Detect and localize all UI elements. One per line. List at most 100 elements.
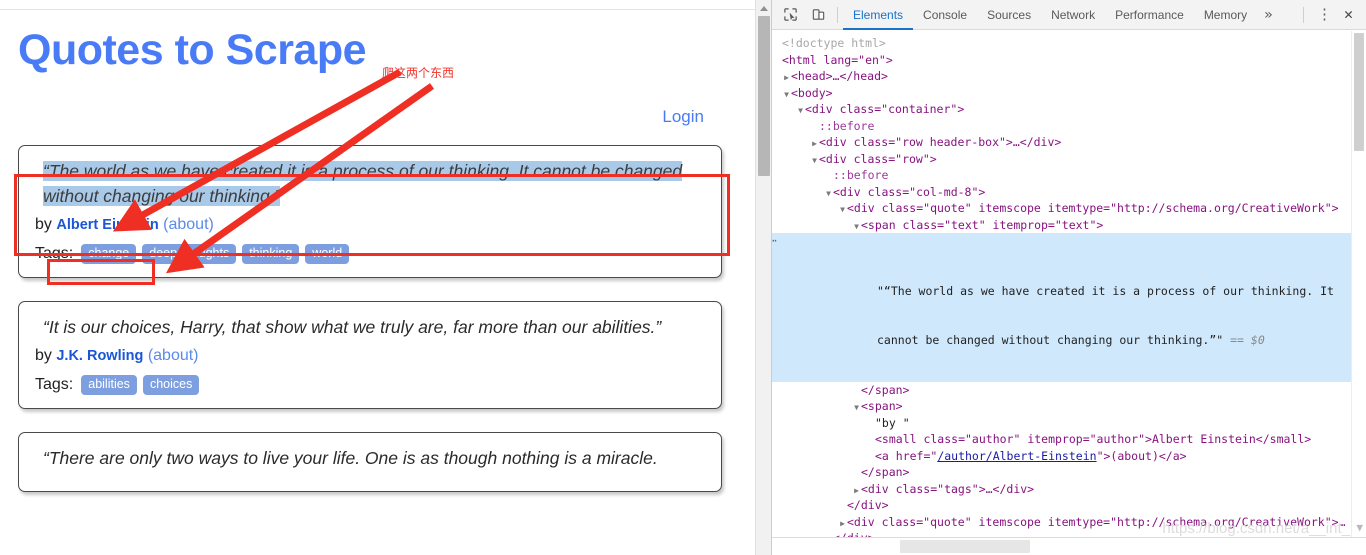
by-label: by [35,216,52,234]
quote-text-selection: “The world as we have created it is a pr… [43,161,683,207]
toolbar-divider [1302,6,1304,23]
dom-line[interactable]: ▼ <span> [772,398,1351,415]
dom-line[interactable]: ▶ <div class="tags">…</div> [772,481,1351,498]
dom-line: </span> [772,382,1351,399]
inspect-element-icon[interactable] [777,3,803,27]
tag-link[interactable]: thinking [242,244,300,265]
tab-elements[interactable]: Elements [843,0,913,30]
author-about-link[interactable]: (about) [163,216,214,233]
dom-line[interactable]: ▼ <span class="text" itemprop="text"> [772,217,1351,234]
devtools-horizontal-scrollbar[interactable] [772,537,1366,555]
dom-span-text-open: <span class="text" itemprop="text"> [861,217,1104,232]
page-scrollbar-thumb[interactable] [758,16,770,176]
dom-collapsed-quote: <div class="quote" itemscope itemtype="h… [847,514,1346,529]
dom-pseudo-before: ::before [833,168,889,182]
dom-line[interactable]: ▶ <div class="row header-box">…</div> [772,134,1351,151]
dom-selected-text-line2: cannot be changed without changing our t… [877,333,1265,347]
dom-line[interactable]: ▶ <div class="quote" itemscope itemtype="… [772,514,1351,531]
author-about-link[interactable]: (about) [148,347,199,364]
dom-a-close: ">(about)</a> [1096,448,1187,463]
devtools-panel: Elements Console Sources Network Perform… [771,0,1366,555]
dom-span-open: <span> [861,399,903,413]
quote-text: “There are only two ways to live your li… [43,448,658,469]
scroll-up-arrow-icon[interactable] [756,0,772,16]
dom-line[interactable]: ▼ <div class="row"> [772,151,1351,168]
quote-author: J.K. Rowling [56,348,144,365]
quotes-list: “The world as we have created it is a pr… [0,127,740,493]
dom-line[interactable]: ▼ <body> [772,85,1351,102]
tags-label: Tags: [35,245,74,263]
dom-line: ::before [772,118,1351,135]
dom-line[interactable]: ▶ <head>…</head> [772,68,1351,85]
tab-performance[interactable]: Performance [1105,0,1194,30]
dom-href-value[interactable]: /author/Albert-Einstein [937,449,1096,463]
device-toolbar-icon[interactable] [805,3,831,27]
dom-a-open: <a href=" [875,448,938,463]
dom-doctype: <!doctype html> [782,36,886,50]
dom-container-open: <div class="container"> [805,102,965,116]
dom-line-selected[interactable]: ⋯ "“The world as we have created it is a… [772,233,1351,382]
toolbar-divider [837,6,838,23]
tag-link[interactable]: choices [142,375,200,396]
dom-span-close: </span> [861,465,910,479]
dom-tags-div: <div class="tags">…</div> [861,481,1035,496]
quote-text: “It is our choices, Harry, that show wha… [43,317,662,338]
quote-author: Albert Einstein [56,217,159,234]
dom-header-box: <div class="row header-box">…</div> [819,135,1062,149]
dom-line: </div> [772,497,1351,514]
browser-page-pane: Quotes to Scrape Login “The world as we … [0,0,755,555]
browser-chrome-strip [0,0,755,10]
dom-line: ::before [772,167,1351,184]
dom-gutter-ellipsis-icon: ⋯ [772,234,778,247]
dom-body-open: <body> [791,85,833,100]
devtools-tabs: Elements Console Sources Network Perform… [843,0,1280,30]
dom-selected-text-line1: "“The world as we have created it is a p… [877,283,1334,298]
dom-line[interactable]: ▼ <div class="col-md-8"> [772,184,1351,201]
quote-text: “The world as we have created it is a pr… [35,159,705,209]
dom-line: <!doctype html> [772,35,1351,52]
inspect-element-glyph [783,8,797,21]
dom-line: </span> [772,464,1351,481]
dom-small-author: <small class="author" itemprop="author">… [875,432,1312,446]
login-link[interactable]: Login [662,107,704,126]
tab-memory[interactable]: Memory [1194,0,1257,30]
dom-span-close: </span> [861,382,910,397]
dom-selected-marker: == $0 [1230,333,1265,347]
tag-link[interactable]: abilities [81,375,137,396]
tags-label: Tags: [35,376,74,394]
dom-line: <a href="/author/Albert-Einstein">(about… [772,448,1351,465]
devtools-scrollbar-thumb[interactable] [1354,33,1364,151]
chevron-down-icon: ▼ [1356,521,1363,534]
page-title: Quotes to Scrape [18,26,367,74]
quote-attribution: by J.K. Rowling (about) [35,347,705,365]
dom-by-string: "by " [875,415,910,430]
dom-html-open: <html lang="en"> [782,52,893,67]
dom-line[interactable]: ▼ <div class="container"> [772,101,1351,118]
by-label: by [35,347,52,365]
dom-line: "by " [772,415,1351,432]
tab-sources[interactable]: Sources [977,0,1041,30]
login-row: Login [0,73,740,127]
dom-line[interactable]: ▼ <div class="quote" itemscope itemtype="… [772,200,1351,217]
devtools-toolbar-right: ⋮ ✕ [1298,6,1362,23]
page-scrollbar[interactable] [755,0,771,555]
close-icon[interactable]: ✕ [1340,7,1362,22]
tab-console[interactable]: Console [913,0,977,30]
quote-tags: Tags: abilities choices [35,375,705,396]
dom-row-open: <div class="row"> [819,151,937,166]
tab-network[interactable]: Network [1041,0,1105,30]
dom-line: <html lang="en"> [772,52,1351,69]
devtools-menu-icon[interactable]: ⋮ [1309,7,1340,22]
dom-pseudo-before: ::before [819,118,875,133]
tag-link[interactable]: world [305,244,350,265]
devtools-hscrollbar-thumb[interactable] [900,540,1030,553]
tag-link[interactable]: change [81,244,137,265]
dom-tree[interactable]: <!doctype html> <html lang="en"> ▶ <head>… [772,31,1351,537]
tag-link[interactable]: deep-thoughts [142,244,237,265]
more-tabs-icon[interactable]: » [1257,0,1279,30]
dom-div-close: </div> [847,498,889,512]
dom-head: <head>…</head> [791,69,888,83]
quote-card: “It is our choices, Harry, that show wha… [18,301,722,410]
devtools-scrollbar[interactable] [1351,31,1366,537]
dom-quote-open: <div class="quote" itemscope itemtype="h… [847,201,1339,215]
